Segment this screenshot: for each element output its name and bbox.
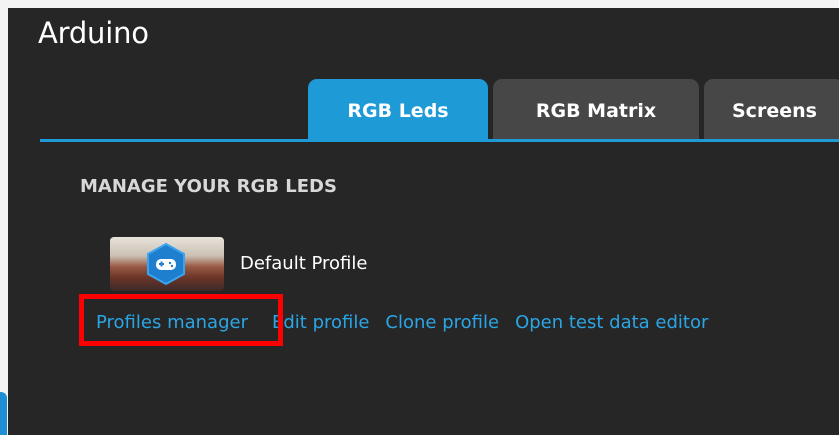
open-test-data-editor-link[interactable]: Open test data editor bbox=[515, 312, 708, 333]
profile-thumbnail[interactable] bbox=[110, 237, 224, 291]
profile-name: Default Profile bbox=[240, 253, 368, 274]
tab-rgb-matrix[interactable]: RGB Matrix bbox=[493, 79, 699, 139]
tab-screens[interactable]: Screens bbox=[704, 79, 839, 139]
edit-profile-link[interactable]: Edit profile bbox=[272, 312, 369, 333]
section-title: MANAGE YOUR RGB LEDS bbox=[80, 176, 337, 197]
clone-profile-link[interactable]: Clone profile bbox=[385, 312, 499, 333]
tab-rgb-leds[interactable]: RGB Leds bbox=[308, 79, 488, 139]
arduino-panel bbox=[8, 8, 839, 435]
page-title: Arduino bbox=[38, 16, 149, 50]
corner-accent bbox=[0, 392, 7, 435]
gamepad-icon bbox=[147, 242, 185, 286]
tab-bar: RGB Leds RGB Matrix Screens bbox=[308, 79, 839, 139]
tab-underline bbox=[40, 139, 839, 142]
highlight-annotation bbox=[79, 294, 283, 346]
